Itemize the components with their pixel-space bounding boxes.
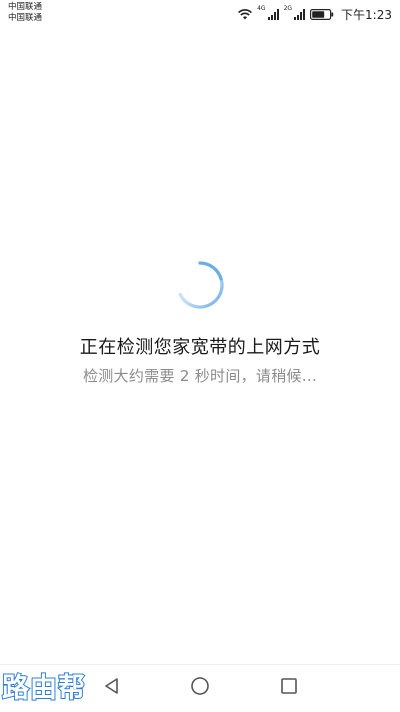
loading-spinner-icon	[172, 257, 228, 313]
carrier-2: 中国联通	[8, 13, 43, 23]
status-bar: 中国联通 中国联通 4G 2G 下午1:23	[0, 0, 400, 28]
page-title: 正在检测您家宽带的上网方式	[79, 337, 321, 358]
network-type-1: 4G	[257, 5, 266, 12]
home-circle-icon	[190, 676, 210, 700]
wait-message: 检测大约需要 2 秒时间，请稍候...	[82, 367, 318, 385]
back-triangle-icon	[102, 676, 122, 700]
battery-icon	[310, 8, 334, 20]
carrier-1: 中国联通	[8, 2, 43, 12]
carrier-names: 中国联通 中国联通	[8, 2, 42, 24]
wifi-icon	[237, 8, 253, 20]
signal-icon	[294, 8, 306, 20]
recent-square-icon	[279, 676, 299, 700]
recent-apps-button[interactable]	[274, 673, 304, 703]
home-button[interactable]	[185, 673, 215, 703]
main-content: 正在检测您家宽带的上网方式 检测大约需要 2 秒时间，请稍候...	[0, 28, 400, 664]
back-button[interactable]	[97, 673, 127, 703]
signal-icon	[267, 8, 280, 20]
status-icons: 4G 2G 下午1:23	[237, 6, 392, 22]
clock: 下午1:23	[341, 7, 392, 22]
watermark-logo: 路由帮	[1, 672, 86, 705]
network-type-2: 2G	[283, 5, 293, 12]
